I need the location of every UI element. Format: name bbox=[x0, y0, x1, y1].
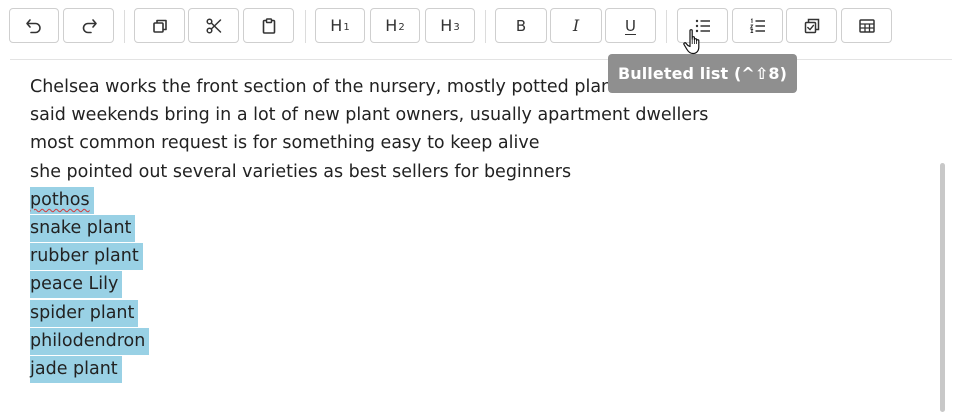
selection-highlight: spider plant bbox=[30, 299, 139, 327]
scissors-icon bbox=[205, 17, 221, 34]
table-button[interactable] bbox=[841, 8, 892, 43]
heading-1-subscript: 1 bbox=[343, 22, 350, 33]
copy-button[interactable] bbox=[134, 8, 185, 43]
toolbar-separator bbox=[666, 10, 667, 43]
hand-cursor-icon bbox=[683, 29, 700, 55]
text-line: said weekends bring in a lot of new plan… bbox=[30, 105, 709, 126]
selected-line: pothos bbox=[30, 186, 708, 214]
underline-button[interactable]: U bbox=[605, 8, 656, 43]
italic-button[interactable]: I bbox=[550, 8, 602, 43]
selected-line: philodendron bbox=[30, 327, 708, 355]
toolbar-separator bbox=[124, 10, 125, 43]
heading-1-label: H bbox=[330, 16, 343, 35]
selection-highlight: philodendron bbox=[30, 327, 150, 355]
selection-highlight: snake plant bbox=[30, 214, 136, 242]
tooltip: Bulleted list (^⇧8) bbox=[608, 54, 797, 93]
table-icon bbox=[858, 18, 875, 33]
editor-content[interactable]: Chelsea works the front section of the n… bbox=[30, 73, 708, 383]
text-line: most common request is for something eas… bbox=[30, 133, 540, 154]
selected-line: spider plant bbox=[30, 299, 708, 327]
cut-button[interactable] bbox=[188, 8, 239, 43]
undo-button[interactable] bbox=[9, 8, 59, 43]
selection-highlight: pothos bbox=[30, 186, 94, 214]
heading-2-subscript: 2 bbox=[398, 22, 405, 33]
text-line: Chelsea works the front section of the n… bbox=[30, 77, 629, 97]
selection-highlight: peace Lily bbox=[30, 271, 123, 299]
selected-line: peace Lily bbox=[30, 270, 708, 299]
selected-line: rubber plant bbox=[30, 242, 708, 271]
scrollbar[interactable] bbox=[940, 163, 945, 412]
undo-icon bbox=[26, 18, 41, 33]
heading-3-label: H bbox=[440, 16, 453, 35]
heading-3-subscript: 3 bbox=[453, 22, 460, 33]
numbered-list-button[interactable] bbox=[732, 8, 783, 43]
checklist-icon bbox=[804, 18, 819, 33]
selection-highlight: rubber plant bbox=[30, 243, 143, 271]
heading-2-label: H bbox=[385, 16, 398, 35]
redo-button[interactable] bbox=[63, 8, 114, 43]
bold-label: B bbox=[515, 16, 527, 35]
toolbar: H1 H2 H3 B I U bbox=[0, 0, 972, 52]
toolbar-separator bbox=[305, 10, 306, 43]
selected-line: jade plant bbox=[30, 355, 708, 383]
heading-1-button[interactable]: H1 bbox=[315, 8, 365, 43]
checklist-button[interactable] bbox=[786, 8, 837, 43]
misspelled-word: pothos bbox=[30, 189, 90, 210]
underline-label: U bbox=[625, 16, 636, 35]
selected-line: snake plant bbox=[30, 214, 708, 242]
heading-2-button[interactable]: H2 bbox=[370, 8, 420, 43]
redo-icon bbox=[82, 18, 97, 33]
toolbar-separator bbox=[485, 10, 486, 43]
copy-icon bbox=[152, 19, 167, 33]
italic-label: I bbox=[572, 16, 580, 35]
heading-3-button[interactable]: H3 bbox=[425, 8, 475, 43]
paste-button[interactable] bbox=[243, 8, 294, 43]
selection-highlight: jade plant bbox=[30, 355, 122, 383]
numbered-list-icon bbox=[749, 17, 765, 33]
bold-button[interactable]: B bbox=[495, 8, 547, 43]
clipboard-icon bbox=[262, 17, 275, 34]
text-line: she pointed out several varieties as bes… bbox=[30, 161, 572, 182]
